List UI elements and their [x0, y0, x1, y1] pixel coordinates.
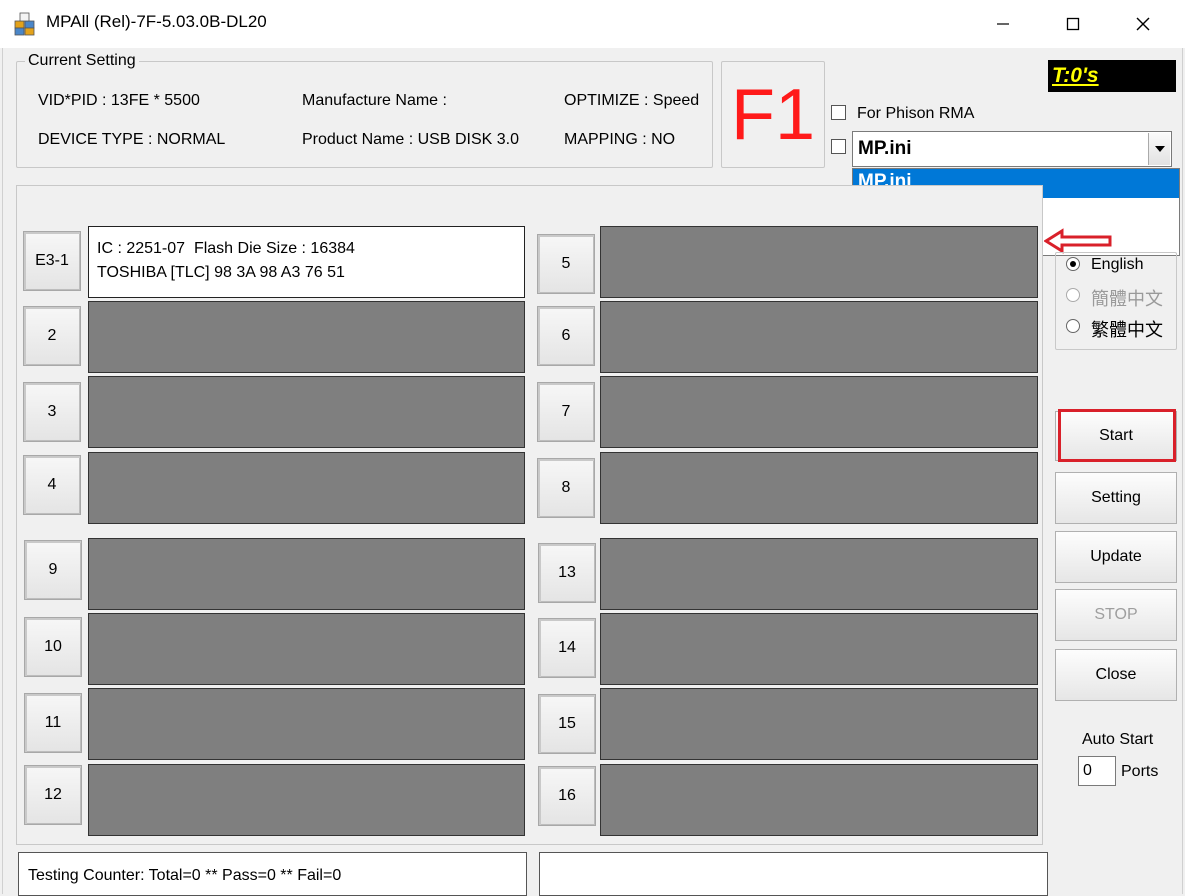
port-button-9[interactable]: 9: [24, 540, 82, 600]
auto-start-ports-input[interactable]: 0: [1078, 756, 1116, 786]
dropdown-button[interactable]: [1148, 133, 1170, 165]
radio-simplified-chinese[interactable]: [1066, 288, 1080, 302]
timer-value: T:0's: [1052, 64, 1099, 87]
setting-button[interactable]: Setting: [1055, 472, 1177, 524]
port-slot-3: [88, 376, 525, 448]
port-slot-12: [88, 764, 525, 836]
port-slot-15: [600, 688, 1038, 760]
hotkey-label: F1: [730, 74, 816, 155]
device-type-label: DEVICE TYPE : NORMAL: [38, 131, 226, 148]
port-slot-10: [88, 613, 525, 685]
port-slot-11: [88, 688, 525, 760]
port-slot-4: [88, 452, 525, 524]
port-e3-1-ic-info: IC : 2251-07 Flash Die Size : 16384: [97, 240, 355, 257]
ini-select[interactable]: MP.ini: [852, 131, 1172, 167]
port-slot-7: [600, 376, 1038, 448]
port-button-10[interactable]: 10: [24, 617, 82, 677]
app-icon: [14, 12, 36, 36]
port-button-14[interactable]: 14: [538, 618, 596, 678]
hotkey-box: F1: [721, 61, 825, 168]
port-button-13[interactable]: 13: [538, 543, 596, 603]
optimize-label: OPTIMIZE : Speed: [564, 92, 700, 109]
port-slot-6: [600, 301, 1038, 373]
port-button-8[interactable]: 8: [537, 458, 595, 518]
port-button-e3-1[interactable]: E3-1: [23, 231, 81, 291]
rma-label: For Phison RMA: [857, 105, 975, 122]
manufacture-name-label: Manufacture Name :: [302, 92, 447, 109]
ini-select-value: MP.ini: [858, 138, 912, 159]
language-simplified-label: 簡體中文: [1091, 289, 1163, 310]
maximize-button[interactable]: [1038, 0, 1108, 48]
port-slot-13: [600, 538, 1038, 610]
close-window-button[interactable]: [1108, 0, 1178, 48]
chevron-down-icon: [1154, 146, 1165, 152]
port-e3-1-flash-info: TOSHIBA [TLC] 98 3A 98 A3 76 51: [97, 264, 345, 281]
maximize-icon: [1066, 17, 1080, 31]
window-title: MPAll (Rel)-7F-5.03.0B-DL20: [46, 12, 267, 31]
status-message-box: [539, 852, 1048, 896]
start-highlight-box: [1058, 409, 1176, 462]
ini-checkbox[interactable]: [831, 139, 846, 154]
testing-counter-box: Testing Counter: Total=0 ** Pass=0 ** Fa…: [18, 852, 527, 896]
port-slot-e3-1: IC : 2251-07 Flash Die Size : 16384 TOSH…: [88, 226, 525, 298]
port-button-5[interactable]: 5: [537, 234, 595, 294]
language-english-label: English: [1091, 256, 1144, 273]
current-setting-group: [16, 61, 713, 168]
port-slot-2: [88, 301, 525, 373]
port-button-15[interactable]: 15: [538, 694, 596, 754]
port-slot-5: [600, 226, 1038, 298]
minimize-icon: [997, 23, 1009, 25]
current-setting-label: Current Setting: [25, 52, 139, 70]
language-traditional-label: 繁體中文: [1091, 320, 1163, 341]
auto-start-unit-label: Ports: [1121, 763, 1159, 780]
port-button-6[interactable]: 6: [537, 306, 595, 366]
port-slot-14: [600, 613, 1038, 685]
close-button[interactable]: Close: [1055, 649, 1177, 701]
port-slot-16: [600, 764, 1038, 836]
rma-checkbox[interactable]: [831, 105, 846, 120]
minimize-button[interactable]: [968, 0, 1038, 48]
port-button-4[interactable]: 4: [23, 455, 81, 515]
port-slot-8: [600, 452, 1038, 524]
port-button-12[interactable]: 12: [24, 765, 82, 825]
vid-pid-label: VID*PID : 13FE * 5500: [38, 92, 200, 109]
port-button-3[interactable]: 3: [23, 382, 81, 442]
product-name-label: Product Name : USB DISK 3.0: [302, 131, 519, 148]
timer-display: T:0's: [1048, 60, 1176, 92]
port-button-7[interactable]: 7: [537, 382, 595, 442]
title-bar: MPAll (Rel)-7F-5.03.0B-DL20: [0, 0, 1185, 48]
update-button[interactable]: Update: [1055, 531, 1177, 583]
port-button-11[interactable]: 11: [24, 693, 82, 753]
radio-traditional-chinese[interactable]: [1066, 319, 1080, 333]
port-slot-9: [88, 538, 525, 610]
mapping-label: MAPPING : NO: [564, 131, 676, 148]
auto-start-label: Auto Start: [1082, 731, 1154, 748]
testing-counter-text: Testing Counter: Total=0 ** Pass=0 ** Fa…: [28, 867, 342, 884]
port-button-2[interactable]: 2: [23, 306, 81, 366]
port-button-16[interactable]: 16: [538, 766, 596, 826]
stop-button[interactable]: STOP: [1055, 589, 1177, 641]
close-icon: [1136, 17, 1150, 31]
radio-english[interactable]: [1066, 257, 1080, 271]
